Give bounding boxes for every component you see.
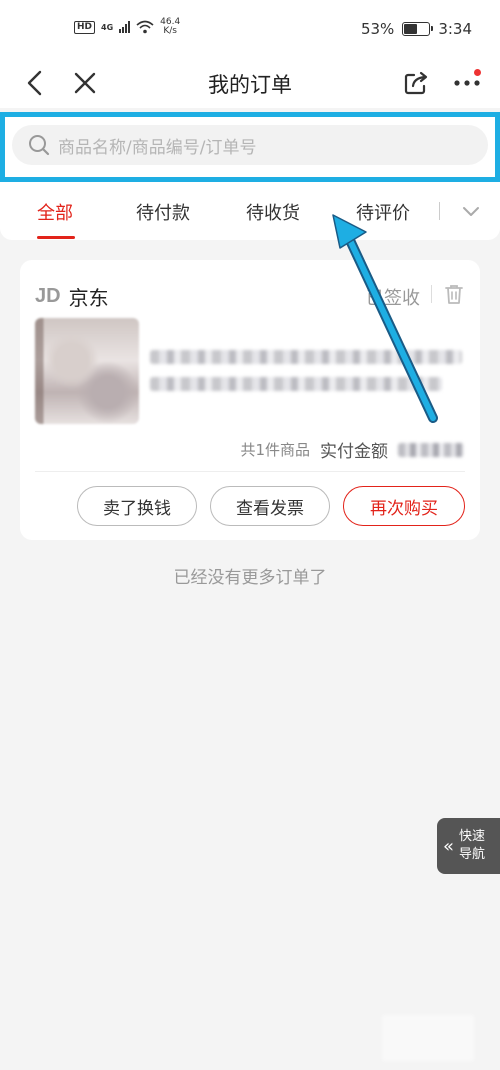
- quick-nav-button[interactable]: « 快速 导航: [437, 818, 500, 874]
- jd-logo: JD: [35, 285, 61, 307]
- status-divider: [431, 285, 432, 303]
- share-icon: [404, 71, 428, 95]
- hd-badge: HD: [74, 20, 96, 34]
- delete-icon[interactable]: [442, 282, 466, 306]
- status-bar: HD 4G 46.4 K/s 53% 3:34: [0, 0, 500, 58]
- order-tabs: 全部 待付款 待收货 待评价: [0, 182, 500, 240]
- search-icon: [29, 135, 50, 156]
- share-button[interactable]: [399, 66, 433, 100]
- quick-nav-line-1: 快速: [459, 829, 486, 844]
- buy-again-button[interactable]: 再次购买: [343, 486, 465, 526]
- product-title-line-1: [150, 350, 462, 364]
- notification-dot: [474, 69, 481, 76]
- order-card[interactable]: JD 京东 已签收 共1件商品 实付金额 卖了换钱 查看发票 再次购买: [20, 260, 480, 540]
- quick-nav-label: 快速 导航: [459, 828, 485, 864]
- signal-icon: [119, 21, 131, 33]
- battery-percent: 53%: [360, 20, 395, 38]
- status-right: 53% 3:34: [361, 20, 472, 38]
- speed-unit: K/s: [163, 26, 177, 36]
- double-chevron-left-icon: «: [443, 835, 455, 857]
- nav-bar: 我的订单: [0, 58, 500, 108]
- no-more-orders-text: 已经没有更多订单了: [173, 568, 327, 588]
- tab-pending-review[interactable]: 待评价: [356, 199, 410, 225]
- tab-divider: [439, 202, 440, 220]
- order-summary: 共1件商品 实付金额: [240, 437, 464, 462]
- search-placeholder: 商品名称/商品编号/订单号: [58, 137, 257, 158]
- view-invoice-button[interactable]: 查看发票: [210, 486, 330, 526]
- shop-name: 京东: [68, 286, 109, 310]
- network-speed: 46.4 K/s: [160, 18, 180, 36]
- more-icon: [454, 80, 480, 86]
- card-divider: [35, 471, 465, 472]
- order-status: 已签收: [366, 288, 420, 309]
- quick-nav-line-2: 导航: [459, 847, 486, 862]
- status-left: HD 4G 46.4 K/s: [74, 18, 180, 36]
- search-input[interactable]: 商品名称/商品编号/订单号: [12, 125, 488, 165]
- paid-amount-value: [398, 442, 464, 457]
- blurred-watermark: [382, 1015, 474, 1061]
- clock: 3:34: [438, 20, 472, 38]
- active-tab-indicator: [37, 236, 75, 239]
- sell-button[interactable]: 卖了换钱: [77, 486, 197, 526]
- item-count: 共1件商品: [240, 441, 310, 459]
- tab-all[interactable]: 全部: [37, 199, 73, 225]
- battery-icon: [402, 22, 434, 36]
- tabs-expand-button[interactable]: [456, 196, 486, 226]
- tab-pending-payment[interactable]: 待付款: [136, 199, 190, 225]
- wifi-icon: [136, 20, 154, 34]
- chevron-down-icon: [463, 207, 479, 216]
- search-highlight-frame: 商品名称/商品编号/订单号: [0, 112, 500, 182]
- product-image[interactable]: [35, 318, 139, 424]
- tab-pending-receipt[interactable]: 待收货: [246, 199, 300, 225]
- network-type: 4G: [101, 22, 114, 32]
- paid-amount-label: 实付金额: [320, 442, 388, 462]
- product-title-line-2: [150, 377, 442, 391]
- more-button[interactable]: [450, 66, 484, 100]
- shop-header[interactable]: JD 京东: [35, 282, 109, 311]
